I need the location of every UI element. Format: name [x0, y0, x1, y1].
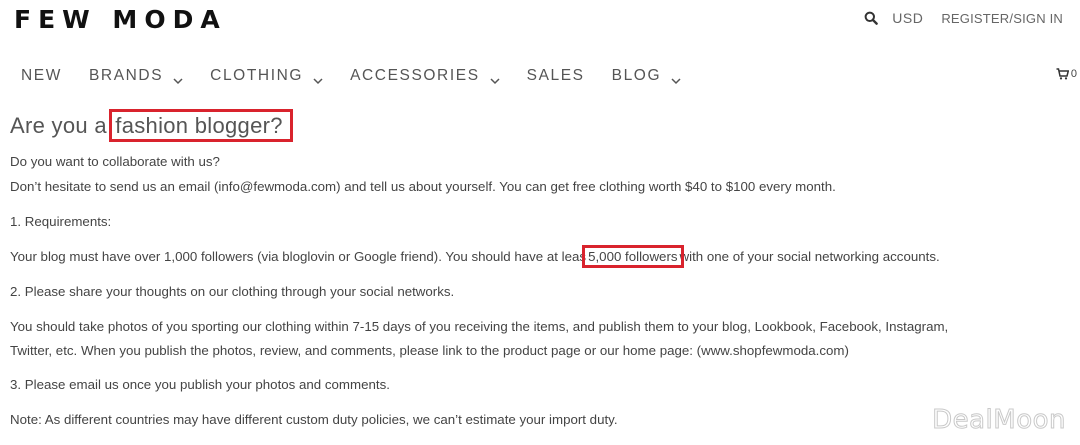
nav-item-label: SALES: [526, 67, 585, 84]
duty-note: Note: As different countries may have di…: [10, 412, 618, 427]
nav-item-label: BRANDS: [88, 67, 164, 84]
nav-item-label: ACCESSORIES: [350, 67, 480, 84]
cart-button[interactable]: 0: [1056, 68, 1077, 80]
requirements-title: 1. Requirements:: [10, 214, 112, 229]
dealmoon-watermark: DealMoon: [932, 405, 1066, 436]
site-logo[interactable]: FEW MODA: [14, 5, 227, 34]
requirements-text-start: Your blog must have over 1,000 followers…: [10, 249, 587, 264]
highlighted-title-text: fashion blogger?: [109, 109, 293, 142]
search-icon[interactable]: [864, 11, 879, 25]
nav-item-new[interactable]: NEW: [21, 67, 62, 85]
intro-question: Do you want to collaborate with us?: [10, 154, 220, 169]
photos-instruction-line2: Twitter, etc. When you publish the photo…: [10, 343, 849, 358]
chevron-down-icon: [173, 72, 183, 85]
intro-email-text: Don’t hesitate to send us an email (info…: [10, 179, 836, 194]
photos-instruction-line1: You should take photos of you sporting o…: [10, 319, 949, 334]
nav-item-label: BLOG: [611, 67, 662, 84]
page-title: Are you a fashion blogger?: [10, 109, 293, 142]
main-nav: NEW BRANDS CLOTHING ACCESSORIES SALES BL…: [21, 67, 708, 85]
currency-selector[interactable]: USD: [892, 10, 923, 26]
chevron-down-icon: [671, 72, 681, 85]
item-share-thoughts: 2. Please share your thoughts on our clo…: [10, 284, 455, 299]
nav-item-label: CLOTHING: [210, 67, 304, 84]
register-signin-link[interactable]: REGISTER/SIGN IN: [941, 11, 1063, 26]
highlighted-followers: 5,000 followers: [582, 245, 684, 268]
cart-icon: [1056, 68, 1069, 80]
cart-count: 0: [1070, 68, 1077, 80]
nav-item-label: NEW: [21, 67, 62, 84]
requirements-text: Your blog must have over 1,000 followers…: [10, 245, 940, 268]
item-email-us: 3. Please email us once you publish your…: [10, 377, 390, 392]
requirements-text-end: with one of your social networking accou…: [679, 249, 940, 264]
page-title-prefix: Are you a: [10, 113, 114, 138]
nav-item-accessories[interactable]: ACCESSORIES: [350, 67, 500, 85]
nav-item-clothing[interactable]: CLOTHING: [210, 67, 323, 85]
chevron-down-icon: [313, 72, 323, 85]
nav-item-brands[interactable]: BRANDS: [89, 67, 183, 85]
header-utilities: USD REGISTER/SIGN IN: [864, 10, 1063, 26]
nav-item-blog[interactable]: BLOG: [612, 67, 681, 85]
chevron-down-icon: [490, 72, 500, 85]
nav-item-sales[interactable]: SALES: [527, 67, 585, 85]
